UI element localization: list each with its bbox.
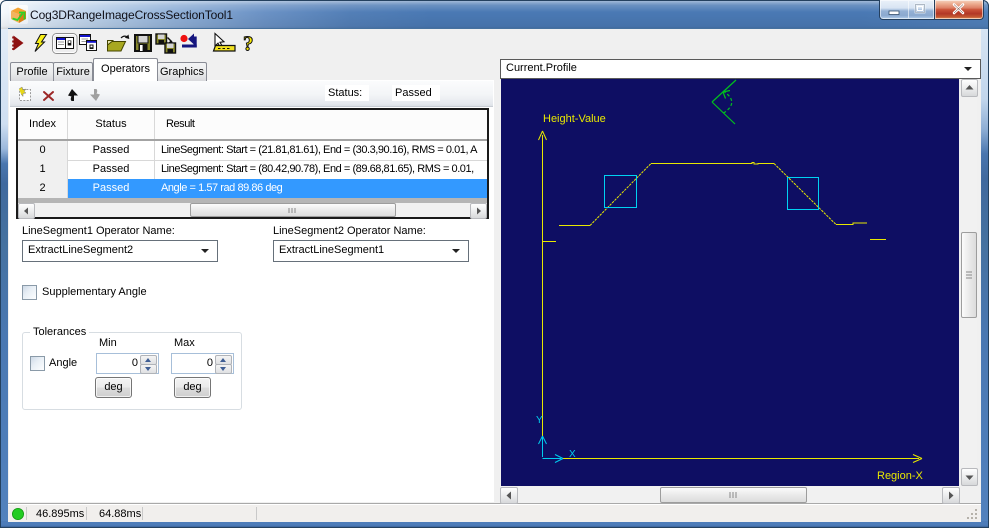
svg-text:Region-X: Region-X xyxy=(877,470,924,482)
svg-text:?: ? xyxy=(243,32,254,56)
svg-text:X: X xyxy=(569,449,576,460)
svg-text:Height-Value: Height-Value xyxy=(543,113,606,125)
svg-text:Y: Y xyxy=(536,415,543,426)
